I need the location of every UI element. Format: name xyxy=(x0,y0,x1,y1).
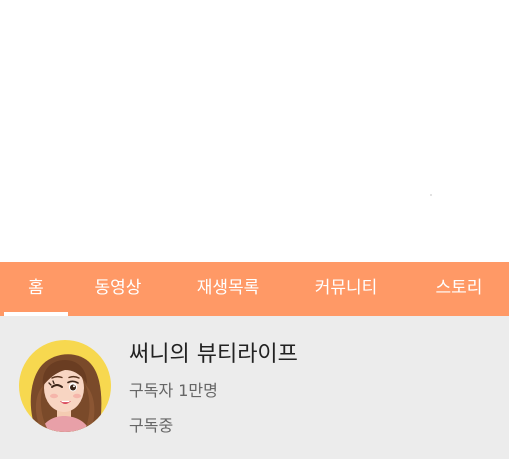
tab-home[interactable]: 홈 xyxy=(4,262,68,316)
tab-story[interactable]: 스토리 xyxy=(424,262,494,316)
tab-videos[interactable]: 동영상 xyxy=(80,262,156,316)
tab-playlists[interactable]: 재생목록 xyxy=(186,262,270,316)
dust-speck xyxy=(430,194,432,196)
channel-avatar[interactable] xyxy=(19,340,111,432)
channel-profile-header: 써니의 뷰티라이프 구독자 1만명 구독중 xyxy=(0,316,509,459)
channel-tab-bar: 홈 동영상 재생목록 커뮤니티 스토리 xyxy=(0,262,509,316)
cartoon-woman-avatar-icon xyxy=(30,354,102,432)
channel-name: 써니의 뷰티라이프 xyxy=(129,342,298,367)
content-area-blank xyxy=(0,0,509,262)
subscriber-count: 구독자 1만명 xyxy=(129,381,218,400)
tab-community[interactable]: 커뮤니티 xyxy=(304,262,388,316)
subscribe-status-button[interactable]: 구독중 xyxy=(129,412,173,436)
